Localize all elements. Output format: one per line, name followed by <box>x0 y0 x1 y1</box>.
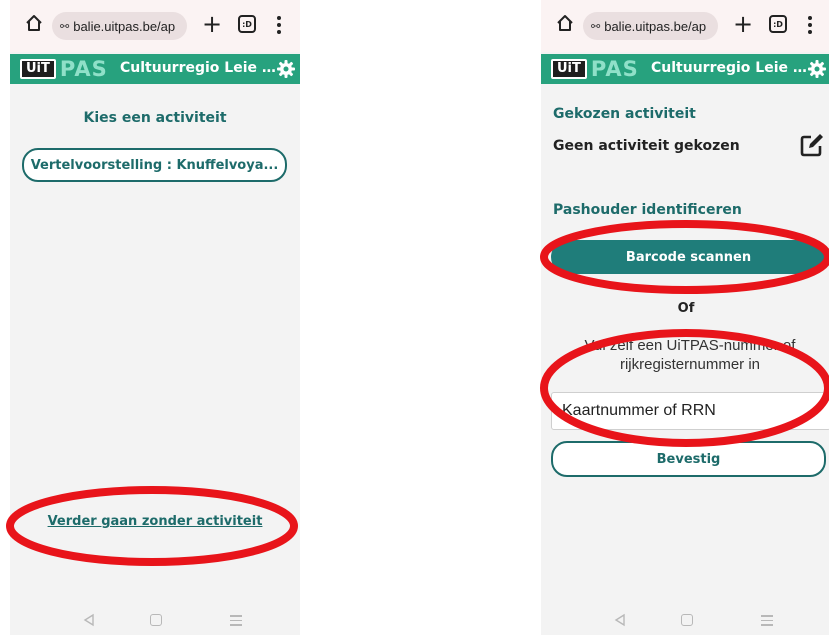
url-bar[interactable]: ⚯ balie.uitpas.be/ap <box>52 12 187 40</box>
or-separator: Of <box>677 301 695 316</box>
new-tab-icon[interactable]: + <box>202 9 222 39</box>
uitpas-logo: UiT PAS <box>20 57 108 81</box>
chosen-activity-title: Gekozen activiteit <box>553 106 696 122</box>
uitpas-logo: UiT PAS <box>551 57 639 81</box>
chosen-activity-value: Geen activiteit gekozen <box>553 138 740 154</box>
more-vertical-icon[interactable] <box>277 16 281 34</box>
url-text: balie.uitpas.be/ap <box>73 18 176 34</box>
url-bar[interactable]: ⚯ balie.uitpas.be/ap <box>583 12 718 40</box>
android-nav-bar <box>541 605 829 635</box>
app-header: UiT PAS Cultuurregio Leie Sc... <box>10 54 300 84</box>
identify-holder-title: Pashouder identificeren <box>553 202 742 218</box>
gear-icon[interactable] <box>807 59 827 79</box>
browser-toolbar: ⚯ balie.uitpas.be/ap + :D <box>541 0 829 52</box>
home-icon[interactable] <box>24 13 44 33</box>
logo-uit-text: UiT <box>551 59 587 79</box>
choose-activity-heading: Kies een activiteit <box>83 110 227 126</box>
logo-pas-text: PAS <box>59 57 108 81</box>
scan-barcode-button[interactable]: Barcode scannen <box>551 240 826 274</box>
continue-without-activity-link[interactable]: Verder gaan zonder activiteit <box>10 514 300 529</box>
tabs-icon[interactable]: :D <box>238 15 256 33</box>
url-text: balie.uitpas.be/ap <box>604 18 707 34</box>
nav-home-icon[interactable] <box>150 614 162 626</box>
browser-toolbar: ⚯ balie.uitpas.be/ap + :D <box>10 0 300 52</box>
nav-back-icon[interactable] <box>613 613 627 627</box>
activity-button[interactable]: Vertelvoorstelling : Knuffelvoya... <box>22 148 287 182</box>
card-number-input[interactable] <box>551 392 829 430</box>
site-settings-icon[interactable]: ⚯ <box>591 20 600 33</box>
new-tab-icon[interactable]: + <box>733 9 753 39</box>
organisation-title: Cultuurregio Leie Sc... <box>120 60 278 76</box>
app-header: UiT PAS Cultuurregio Leie Sc... <box>541 54 829 84</box>
nav-back-icon[interactable] <box>82 613 96 627</box>
nav-recent-icon[interactable] <box>230 615 242 626</box>
edit-icon[interactable] <box>799 132 825 158</box>
logo-uit-text: UiT <box>20 59 56 79</box>
site-settings-icon[interactable]: ⚯ <box>60 20 69 33</box>
tabs-icon[interactable]: :D <box>769 15 787 33</box>
android-nav-bar <box>10 605 300 635</box>
nav-recent-icon[interactable] <box>761 615 773 626</box>
phone-screen-identify-holder: ⚯ balie.uitpas.be/ap + :D UiT PAS Cultuu… <box>541 0 829 635</box>
confirm-button[interactable]: Bevestig <box>551 441 826 477</box>
manual-entry-instruction: Vul zelf een UiTPAS-nummer of rijkregist… <box>584 337 796 373</box>
gear-icon[interactable] <box>276 59 296 79</box>
logo-pas-text: PAS <box>590 57 639 81</box>
organisation-title: Cultuurregio Leie Sc... <box>651 60 809 76</box>
home-icon[interactable] <box>555 13 575 33</box>
nav-home-icon[interactable] <box>681 614 693 626</box>
more-vertical-icon[interactable] <box>808 16 812 34</box>
phone-screen-activity-choice: ⚯ balie.uitpas.be/ap + :D UiT PAS Cultuu… <box>10 0 300 635</box>
